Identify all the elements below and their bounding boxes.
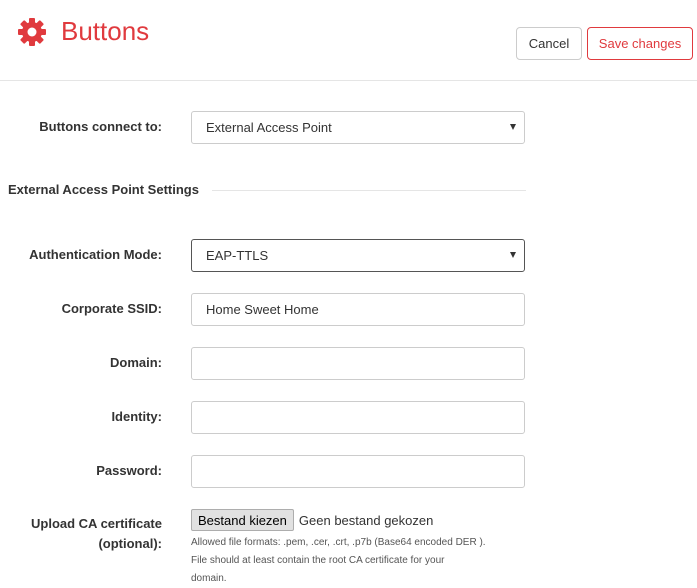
buttons-connect-to-label: Buttons connect to: — [39, 119, 162, 134]
domain-input[interactable] — [191, 347, 525, 380]
help-line: domain. — [191, 573, 227, 584]
identity-label: Identity: — [111, 409, 162, 424]
domain-label: Domain: — [110, 355, 162, 370]
corporate-ssid-label: Corporate SSID: — [61, 301, 162, 316]
save-changes-button[interactable]: Save changes — [587, 27, 693, 60]
buttons-connect-to-select[interactable]: External Access Point — [191, 111, 525, 144]
password-input[interactable] — [191, 455, 525, 488]
choose-file-button[interactable]: Bestand kiezen — [191, 509, 294, 531]
upload-help-text: Allowed file formats: .pem, .cer, .crt, … — [191, 534, 531, 588]
upload-ca-label-line1: Upload CA certificate — [31, 516, 162, 531]
file-upload: Bestand kiezen Geen bestand gekozen — [191, 509, 433, 531]
help-line: Allowed file formats: .pem, .cer, .crt, … — [191, 537, 486, 548]
corporate-ssid-value: Home Sweet Home — [206, 302, 319, 317]
help-line: File should at least contain the root CA… — [191, 555, 445, 566]
authentication-mode-value: EAP-TTLS — [206, 248, 269, 263]
section-divider — [212, 190, 526, 191]
dropdown-arrow-icon — [510, 124, 516, 130]
file-status: Geen bestand gekozen — [298, 512, 434, 528]
password-label: Password: — [96, 463, 162, 478]
identity-input[interactable] — [191, 401, 525, 434]
gear-icon — [18, 18, 46, 46]
page-header: Buttons Cancel Save changes — [0, 0, 697, 81]
buttons-connect-to-value: External Access Point — [206, 120, 332, 135]
page-title: Buttons — [61, 16, 150, 46]
dropdown-arrow-icon — [510, 252, 516, 258]
authentication-mode-label: Authentication Mode: — [29, 247, 162, 262]
upload-ca-label-line2: (optional): — [98, 536, 162, 551]
section-title: External Access Point Settings — [8, 182, 199, 197]
cancel-button[interactable]: Cancel — [516, 27, 582, 60]
authentication-mode-select[interactable]: EAP-TTLS — [191, 239, 525, 272]
corporate-ssid-input[interactable]: Home Sweet Home — [191, 293, 525, 326]
